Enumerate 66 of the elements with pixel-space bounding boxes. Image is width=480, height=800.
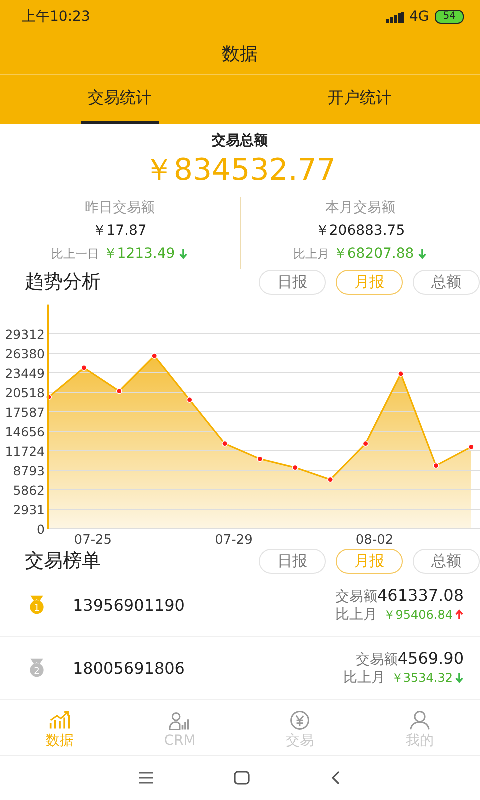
person-chart-icon — [169, 711, 191, 732]
y-tick-label: 0 — [37, 522, 45, 537]
amount-value: 461337.08 — [377, 586, 464, 605]
compare-value: ￥68207.88 — [333, 245, 414, 263]
filter-chip[interactable]: 总额 — [413, 270, 480, 294]
compare-label: 比上月 — [336, 606, 378, 624]
network-type: 4G — [410, 9, 430, 25]
compare-label: 比上月 — [293, 246, 330, 262]
y-tick-label: 14656 — [5, 424, 45, 440]
data-point — [398, 371, 404, 377]
bar-chart-icon — [49, 710, 71, 731]
person-icon — [409, 710, 431, 731]
yen-coin-icon — [289, 710, 311, 731]
data-point — [257, 456, 264, 462]
filter-chip[interactable]: 日报 — [259, 548, 326, 574]
compare-value: ￥1213.49 — [103, 245, 176, 263]
y-tick-label: 20518 — [5, 386, 45, 400]
phone-number: 13956901190 — [73, 596, 186, 614]
data-point — [186, 396, 193, 403]
filter-chip[interactable]: 总额 — [413, 548, 480, 574]
total-amount: ￥834532.77 — [142, 152, 338, 190]
y-tick-label: 23449 — [5, 366, 45, 381]
data-point — [292, 464, 298, 471]
x-tick-label: 07-29 — [215, 533, 253, 545]
tab[interactable]: 开户统计 — [240, 75, 480, 124]
page-title: 数据 — [222, 43, 258, 66]
back-icon[interactable] — [330, 771, 342, 785]
compare-value: ￥3534.32 — [391, 670, 453, 686]
y-tick-label: 17587 — [5, 405, 45, 420]
x-tick-label: 08-02 — [356, 533, 394, 545]
battery-level: 54 — [435, 10, 464, 24]
menu-icon[interactable] — [138, 771, 154, 785]
signal-icon — [386, 12, 404, 22]
section-title: 趋势分析 — [25, 270, 101, 295]
home-icon[interactable] — [234, 771, 250, 785]
y-tick-label: 8793 — [13, 464, 45, 478]
data-point — [468, 444, 474, 450]
tab[interactable]: 交易统计 — [0, 75, 240, 124]
amount-label: 交易额 — [335, 588, 378, 606]
amount-label: 交易额 — [356, 651, 398, 669]
amount-value: 4569.90 — [398, 649, 464, 668]
data-point — [222, 440, 228, 447]
status-time: 上午10:23 — [22, 8, 90, 26]
data-point — [152, 353, 158, 360]
compare-value: ￥95406.84 — [384, 606, 453, 624]
filter-chip[interactable]: 日报 — [259, 270, 326, 294]
phone-number: 18005691806 — [73, 658, 186, 678]
data-point — [116, 388, 122, 394]
data-point — [81, 365, 88, 371]
compare-label: 比上一日 — [51, 246, 100, 262]
x-tick-label: 07-25 — [74, 533, 112, 545]
y-tick-label: 5862 — [13, 483, 45, 498]
stat-label: 昨日交易额 — [84, 199, 155, 217]
stat-value: ￥17.87 — [92, 222, 147, 240]
section-title: 交易榜单 — [25, 549, 101, 574]
y-tick-label: 2931 — [13, 502, 45, 518]
compare-label: 比上月 — [343, 669, 386, 687]
y-tick-label: 26380 — [5, 346, 45, 362]
total-label: 交易总额 — [211, 132, 269, 150]
data-point — [433, 462, 440, 469]
stat-value: ￥206883.75 — [315, 222, 406, 240]
y-tick-label: 11724 — [5, 444, 45, 459]
y-tick-label: 29312 — [5, 327, 45, 342]
stat-label: 本月交易额 — [325, 199, 396, 217]
data-point — [362, 440, 369, 447]
data-point — [328, 476, 334, 483]
